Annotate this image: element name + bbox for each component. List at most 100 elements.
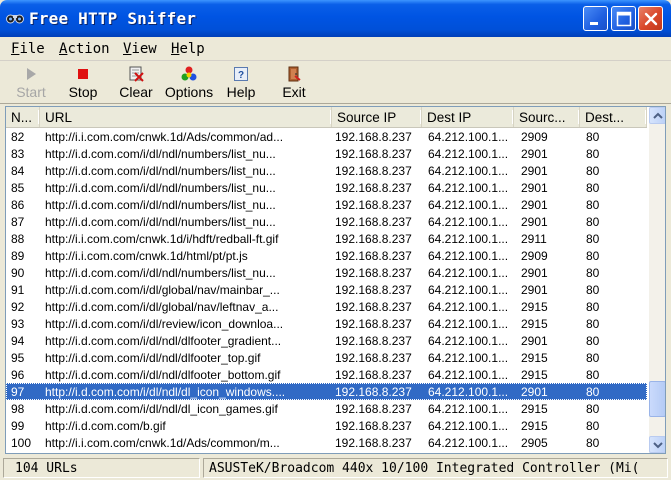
cell-source-port: 2915 — [521, 317, 548, 331]
cell-number: 99 — [11, 419, 25, 433]
cell-source-port: 2901 — [521, 215, 548, 229]
stop-button[interactable]: Stop — [62, 63, 104, 103]
binoculars-icon — [6, 14, 24, 24]
cell-dest-port: 80 — [586, 351, 600, 365]
table-row[interactable]: 97 http://i.d.com.com/i/dl/ndl/dl_icon_wi… — [6, 383, 647, 400]
cell-source-port: 2915 — [521, 300, 548, 314]
stop-icon — [78, 69, 88, 79]
maximize-button[interactable] — [611, 6, 636, 31]
minimize-button[interactable] — [583, 6, 608, 31]
cell-url: http://i.d.com.com/i/dl/ndl/dl_icon_game… — [45, 402, 278, 416]
cell-source-ip: 192.168.8.237 — [335, 436, 412, 450]
cell-url: http://i.d.com.com/i/dl/ndl/dlfooter_gra… — [45, 334, 282, 348]
cell-source-port: 2901 — [521, 266, 548, 280]
cell-dest-port: 80 — [586, 283, 600, 297]
exit-button[interactable]: Exit — [276, 63, 312, 103]
cell-dest-port: 80 — [586, 164, 600, 178]
column-header-dest-ip[interactable]: Dest IP — [422, 107, 514, 127]
cell-dest-port: 80 — [586, 300, 600, 314]
cell-source-ip: 192.168.8.237 — [335, 130, 412, 144]
table-row[interactable]: 90 http://i.d.com.com/i/dl/ndl/numbers/li… — [6, 264, 647, 281]
cell-url: http://i.i.com.com/cnwk.1d/html/pt/pt.js — [45, 249, 248, 263]
cell-source-port: 2901 — [521, 283, 548, 297]
menu-view[interactable]: View — [123, 41, 157, 57]
table-row[interactable]: 95 http://i.d.com.com/i/dl/ndl/dlfooter_t… — [6, 349, 647, 366]
table-row[interactable]: 89 http://i.i.com.com/cnwk.1d/html/pt/pt.… — [6, 247, 647, 264]
url-list[interactable]: N... URL Source IP Dest IP Sourc... Dest… — [5, 106, 666, 454]
column-header-source-ip[interactable]: Source IP — [332, 107, 422, 127]
menu-bar: File Action View Help — [0, 37, 671, 61]
table-row[interactable]: 94 http://i.d.com.com/i/dl/ndl/dlfooter_g… — [6, 332, 647, 349]
table-row[interactable]: 88 http://i.i.com.com/cnwk.1d/i/hdft/redb… — [6, 230, 647, 247]
scroll-up-button[interactable] — [649, 107, 665, 124]
table-row[interactable]: 83 http://i.d.com.com/i/dl/ndl/numbers/li… — [6, 145, 647, 162]
cell-source-port: 2901 — [521, 147, 548, 161]
column-header-source-port[interactable]: Sourc... — [514, 107, 580, 127]
cell-url: http://i.d.com.com/i/dl/ndl/dlfooter_bot… — [45, 368, 281, 382]
scroll-thumb[interactable] — [649, 380, 665, 417]
cell-number: 89 — [11, 249, 25, 263]
cell-source-port: 2905 — [521, 436, 548, 450]
cell-dest-ip: 64.212.100.1... — [428, 402, 509, 416]
column-header-number[interactable]: N... — [6, 107, 40, 127]
start-button[interactable]: Start — [10, 63, 52, 103]
start-label: Start — [16, 84, 46, 100]
cell-dest-ip: 64.212.100.1... — [428, 351, 509, 365]
cell-source-ip: 192.168.8.237 — [335, 266, 412, 280]
table-row[interactable]: 96 http://i.d.com.com/i/dl/ndl/dlfooter_b… — [6, 366, 647, 383]
scroll-down-button[interactable] — [649, 436, 665, 453]
cell-dest-port: 80 — [586, 147, 600, 161]
cell-source-ip: 192.168.8.237 — [335, 198, 412, 212]
cell-dest-ip: 64.212.100.1... — [428, 130, 509, 144]
menu-help[interactable]: Help — [171, 41, 205, 57]
menu-action[interactable]: Action — [59, 41, 110, 57]
table-row[interactable]: 92 http://i.d.com.com/i/dl/global/nav/lef… — [6, 298, 647, 315]
cell-source-ip: 192.168.8.237 — [335, 300, 412, 314]
menu-file[interactable]: File — [11, 41, 45, 57]
table-row[interactable]: 98 http://i.d.com.com/i/dl/ndl/dl_icon_ga… — [6, 400, 647, 417]
cell-number: 87 — [11, 215, 25, 229]
cell-dest-ip: 64.212.100.1... — [428, 181, 509, 195]
table-row[interactable]: 93 http://i.d.com.com/i/dl/review/icon_do… — [6, 315, 647, 332]
clear-button[interactable]: Clear — [114, 63, 158, 103]
column-header-url[interactable]: URL — [40, 107, 332, 127]
cell-url: http://i.d.com.com/i/dl/global/nav/mainb… — [45, 283, 280, 297]
cell-number: 92 — [11, 300, 25, 314]
cell-dest-port: 80 — [586, 232, 600, 246]
close-button[interactable] — [638, 6, 663, 31]
cell-url: http://i.d.com.com/i/dl/review/icon_down… — [45, 317, 284, 331]
help-button[interactable]: ? Help — [222, 63, 260, 103]
cell-source-port: 2909 — [521, 249, 548, 263]
table-row[interactable]: 84 http://i.d.com.com/i/dl/ndl/numbers/li… — [6, 162, 647, 179]
table-row[interactable]: 86 http://i.d.com.com/i/dl/ndl/numbers/li… — [6, 196, 647, 213]
options-button[interactable]: Options — [164, 63, 214, 103]
cell-source-port: 2901 — [521, 198, 548, 212]
maximize-icon — [616, 11, 632, 27]
options-icon — [181, 66, 197, 81]
cell-source-ip: 192.168.8.237 — [335, 402, 412, 416]
cell-number: 83 — [11, 147, 25, 161]
cell-source-ip: 192.168.8.237 — [335, 351, 412, 365]
scroll-up-icon — [653, 112, 663, 119]
title-bar[interactable]: Free HTTP Sniffer — [0, 0, 671, 37]
help-label: Help — [226, 84, 256, 100]
table-row[interactable]: 87 http://i.d.com.com/i/dl/ndl/numbers/li… — [6, 213, 647, 230]
cell-url: http://i.d.com.com/i/dl/ndl/numbers/list… — [45, 198, 276, 212]
cell-source-ip: 192.168.8.237 — [335, 215, 412, 229]
table-row[interactable]: 91 http://i.d.com.com/i/dl/global/nav/mai… — [6, 281, 647, 298]
cell-url: http://i.d.com.com/b.gif — [45, 419, 166, 433]
column-header-dest-port[interactable]: Dest... — [580, 107, 647, 127]
table-row[interactable]: 100 http://i.i.com.com/cnwk.1d/Ads/common… — [6, 434, 647, 451]
vertical-scrollbar[interactable] — [649, 107, 665, 453]
cell-dest-ip: 64.212.100.1... — [428, 368, 509, 382]
cell-number: 100 — [11, 436, 32, 450]
cell-source-port: 2901 — [521, 181, 548, 195]
stop-label: Stop — [68, 84, 98, 100]
cell-source-port: 2915 — [521, 402, 548, 416]
cell-source-ip: 192.168.8.237 — [335, 385, 412, 399]
table-row[interactable]: 85 http://i.d.com.com/i/dl/ndl/numbers/li… — [6, 179, 647, 196]
cell-number: 97 — [11, 385, 25, 399]
table-row[interactable]: 82 http://i.i.com.com/cnwk.1d/Ads/common/… — [6, 128, 647, 145]
table-row[interactable]: 99 http://i.d.com.com/b.gif 192.168.8.237 6… — [6, 417, 647, 434]
cell-dest-ip: 64.212.100.1... — [428, 164, 509, 178]
